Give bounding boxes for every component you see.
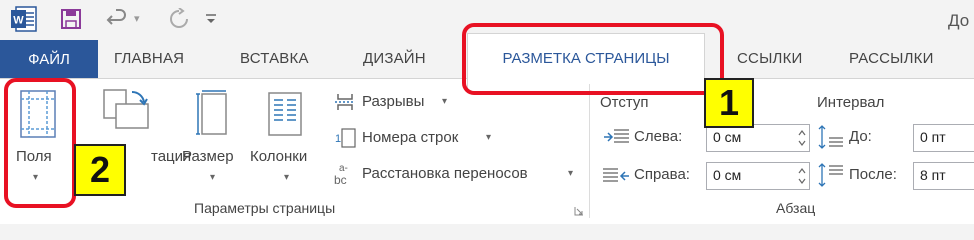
callout-badge-2: 2 (74, 144, 126, 196)
size-label: Размер (182, 148, 234, 165)
indent-right-spinner-icon[interactable] (796, 164, 808, 193)
tab-design[interactable]: ДИЗАЙН (363, 50, 426, 67)
indent-header: Отступ (600, 94, 649, 111)
columns-dropdown-icon: ▾ (284, 172, 290, 183)
document-title: До (948, 11, 970, 30)
line-numbers-icon: 1 (334, 128, 356, 153)
hyphenation-label: Расстановка переносов (362, 165, 528, 182)
indent-right-input[interactable]: 0 см (706, 162, 810, 190)
indent-left-spinner-icon[interactable] (796, 126, 808, 155)
indent-left-label: Слева: (634, 128, 683, 145)
indent-right-value: 0 см (713, 167, 742, 183)
spacing-after-value: 8 пт (920, 167, 946, 183)
line-numbers-label: Номера строк (362, 129, 459, 146)
indent-left-icon (602, 128, 630, 151)
columns-icon (268, 92, 302, 141)
hyphenation-dropdown-icon: ▾ (568, 168, 574, 179)
breaks-button[interactable]: Разрывы ▾ (334, 90, 458, 114)
hyphenation-button[interactable]: a- bc Расстановка переносов ▾ (334, 162, 579, 187)
save-icon[interactable] (60, 8, 82, 30)
svg-text:bc: bc (334, 173, 347, 186)
breaks-label: Разрывы (362, 93, 425, 110)
tab-mailings[interactable]: РАССЫЛКИ (849, 50, 934, 67)
spacing-before-label: До: (849, 128, 872, 145)
tab-file[interactable]: ФАЙЛ (0, 40, 98, 78)
undo-dropdown-icon[interactable]: ▾ (134, 12, 140, 25)
spacing-after-label: После: (849, 166, 897, 183)
spacing-after-icon (818, 162, 844, 193)
indent-right-icon (602, 167, 630, 190)
customize-qat-icon[interactable] (204, 10, 218, 28)
spacing-before-icon (818, 124, 844, 155)
paragraph-group-label: Абзац (776, 200, 816, 216)
indent-right-label: Справа: (634, 166, 690, 183)
page-setup-dialog-launcher-icon[interactable] (574, 203, 584, 221)
redo-icon[interactable] (168, 7, 190, 30)
spacing-before-input[interactable]: 0 пт (913, 124, 974, 152)
spacing-after-input[interactable]: 8 пт (913, 162, 974, 190)
line-numbers-dropdown-icon: ▾ (486, 132, 492, 143)
svg-text:1: 1 (335, 133, 341, 145)
columns-label: Колонки (250, 148, 308, 165)
tab-references[interactable]: ССЫЛКИ (737, 50, 803, 67)
breaks-icon (334, 92, 356, 117)
tab-home[interactable]: ГЛАВНАЯ (114, 50, 184, 67)
margins-button-highlight (4, 78, 76, 208)
callout-badge-1: 1 (704, 78, 754, 128)
size-dropdown-icon: ▾ (210, 172, 216, 183)
hyphenation-icon: a- bc (334, 162, 358, 191)
svg-text:W: W (13, 15, 24, 27)
spacing-before-value: 0 пт (920, 129, 946, 145)
line-numbers-button[interactable]: 1 Номера строк ▾ (334, 126, 504, 150)
page-setup-group-label: Параметры страницы (194, 200, 336, 216)
columns-button[interactable]: Колонки ▾ (248, 86, 328, 204)
size-icon (196, 90, 230, 143)
group-separator (589, 84, 590, 218)
tab-insert[interactable]: ВСТАВКА (240, 50, 309, 67)
orientation-icon (102, 88, 152, 139)
word-icon[interactable]: W (10, 6, 38, 32)
breaks-dropdown-icon: ▾ (442, 96, 448, 107)
size-button[interactable]: Размер ▾ (180, 86, 246, 204)
indent-left-value: 0 см (713, 129, 742, 145)
spacing-header: Интервал (817, 94, 885, 111)
undo-icon[interactable] (106, 8, 128, 30)
layout-tab-highlight (462, 23, 724, 95)
indent-left-input[interactable]: 0 см (706, 124, 810, 152)
